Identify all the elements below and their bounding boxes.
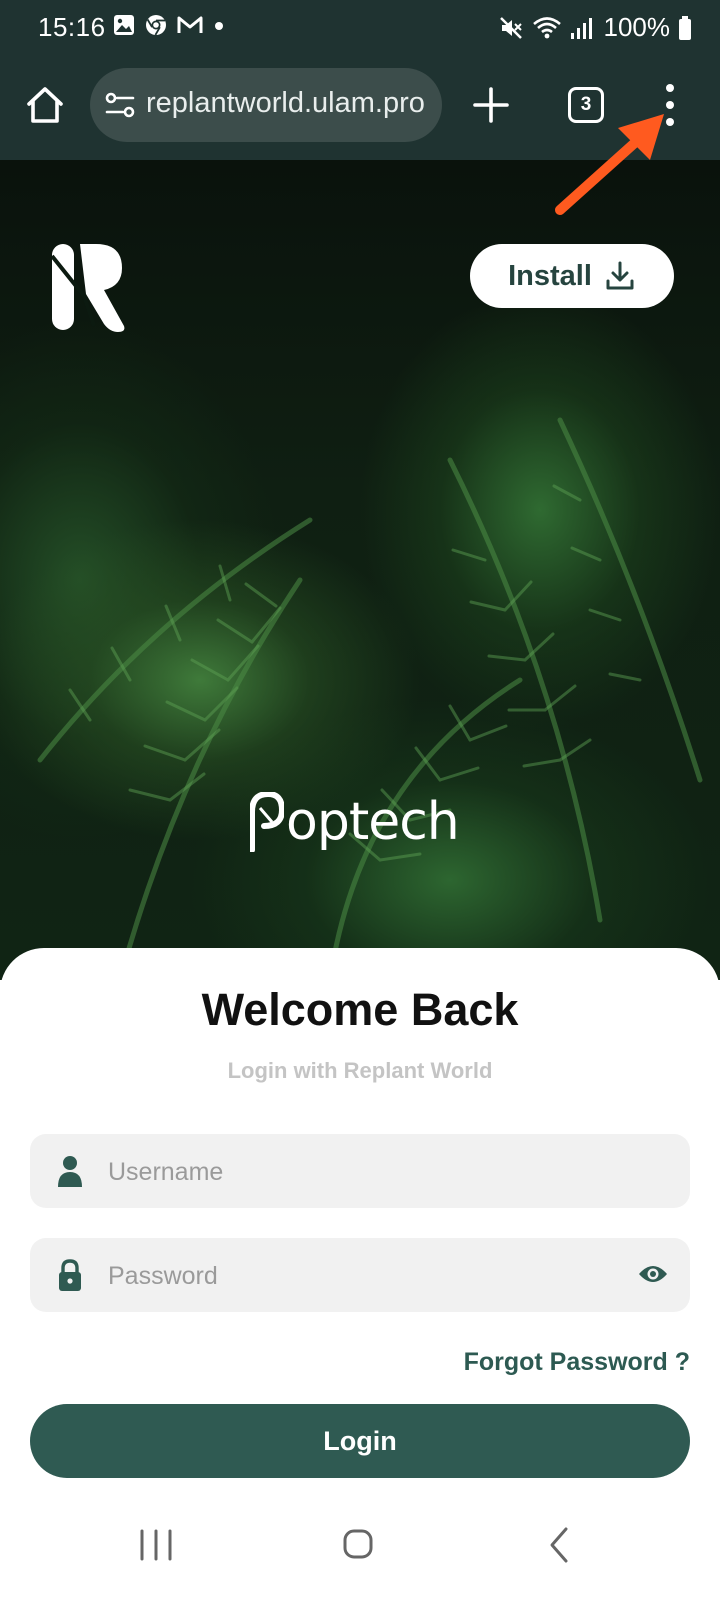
signal-icon [570, 17, 592, 39]
wifi-icon [532, 16, 561, 38]
android-nav-bar [0, 1500, 720, 1600]
menu-dot-icon [666, 84, 674, 92]
chrome-icon [146, 15, 166, 36]
password-field[interactable] [30, 1238, 690, 1314]
home-button[interactable] [24, 84, 66, 126]
status-bar: 15:16 100% [0, 0, 720, 54]
mute-icon [499, 16, 522, 39]
recents-icon[interactable] [138, 1528, 174, 1562]
welcome-title: Welcome Back [201, 984, 519, 1035]
dot-icon [215, 22, 223, 30]
welcome-subtitle: Login with Replant World [227, 1058, 493, 1083]
address-bar[interactable]: replantworld.ulam.pro [90, 68, 442, 142]
site-settings-icon[interactable] [104, 90, 136, 120]
home-icon[interactable] [342, 1528, 374, 1560]
system-status: 100% [498, 12, 693, 43]
download-icon [606, 261, 634, 290]
annotation-arrow-icon [555, 114, 664, 215]
login-button[interactable]: Login [30, 1404, 690, 1478]
username-input[interactable] [106, 1134, 610, 1210]
user-icon [58, 1156, 82, 1187]
back-icon[interactable] [548, 1526, 570, 1564]
username-field[interactable] [30, 1134, 690, 1210]
hero-banner: Install optech [0, 160, 720, 980]
battery-percent: 100% [603, 12, 671, 42]
status-time: 15:16 [38, 12, 106, 42]
gallery-icon [114, 15, 134, 35]
password-input[interactable] [106, 1238, 610, 1314]
install-label: Install [508, 259, 592, 292]
replant-world-logo [52, 244, 125, 332]
battery-icon [679, 15, 691, 40]
notification-icons [112, 13, 226, 37]
install-button[interactable]: Install [470, 244, 674, 308]
lock-icon [59, 1259, 81, 1291]
optech-mark-icon [250, 792, 284, 852]
optech-text: optech [286, 792, 460, 852]
forgot-password-link[interactable]: Forgot Password ? [464, 1348, 690, 1377]
new-tab-button[interactable] [472, 86, 510, 124]
gmail-icon [177, 16, 203, 33]
optech-logo: optech [250, 786, 460, 858]
show-password-icon[interactable] [638, 1262, 668, 1286]
url-text[interactable]: replantworld.ulam.pro [146, 87, 436, 123]
